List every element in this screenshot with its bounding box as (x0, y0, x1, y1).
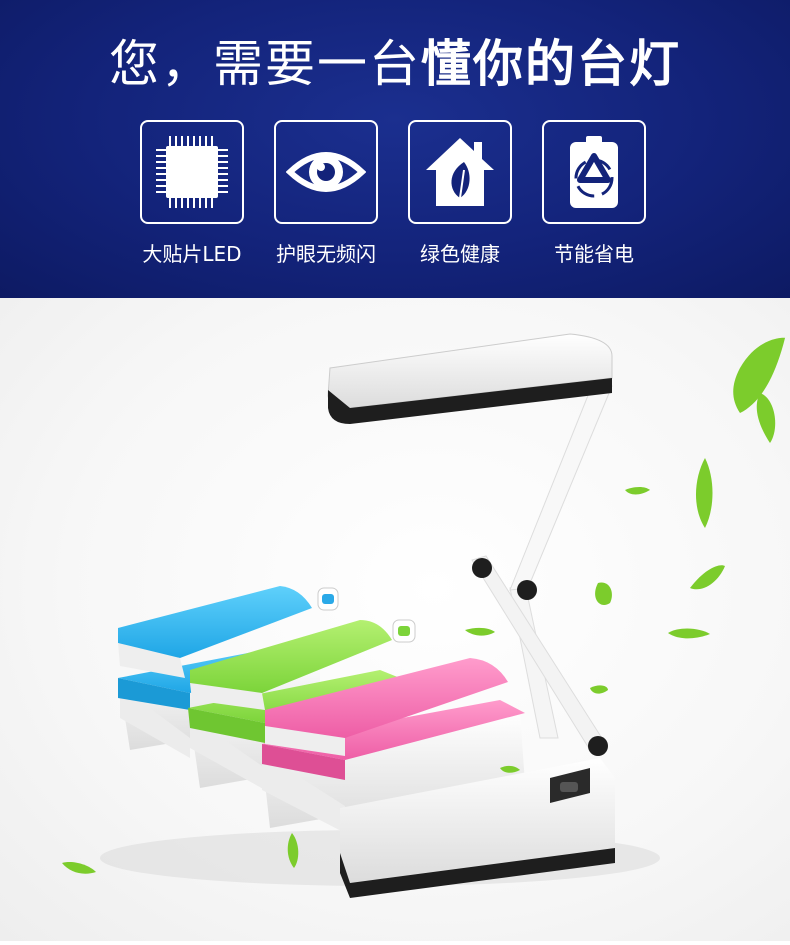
page-title: 您，需要一台懂你的台灯 (0, 24, 790, 96)
leaf (590, 685, 608, 694)
feature-icon-box (140, 120, 244, 224)
product-photo (0, 298, 790, 941)
leaf (625, 487, 650, 495)
eye-icon (286, 152, 366, 192)
house-leaf-icon (426, 138, 494, 206)
leaf (668, 628, 710, 639)
white-lamp (327, 333, 615, 898)
feature-energy: 节能省电 (524, 120, 664, 267)
leaf (690, 565, 725, 590)
battery-recycle-icon (570, 136, 618, 208)
feature-icon-box (542, 120, 646, 224)
leaf (756, 393, 776, 443)
feature-label: 护眼无频闪 (276, 242, 376, 266)
headline-part-1: 您，需要一台 (109, 35, 421, 93)
header-banner: 您，需要一台懂你的台灯 大贴片LED 护眼无频闪 绿色健康 节能省电 (0, 0, 790, 298)
feature-label: 绿色健康 (420, 242, 500, 266)
leaf (62, 862, 96, 874)
leaf (465, 627, 495, 636)
leaf (595, 582, 612, 606)
feature-label: 大贴片LED (142, 242, 242, 266)
leaf (695, 458, 713, 528)
headline-part-2: 懂你的台灯 (421, 35, 681, 93)
feature-health: 绿色健康 (390, 120, 530, 267)
feature-eye: 护眼无频闪 (256, 120, 396, 267)
feature-led: 大贴片LED (122, 120, 262, 267)
feature-label: 节能省电 (554, 242, 634, 266)
folding-lamps-illustration (62, 333, 786, 898)
feature-icon-box (408, 120, 512, 224)
chip-icon (156, 136, 228, 208)
feature-icon-box (274, 120, 378, 224)
